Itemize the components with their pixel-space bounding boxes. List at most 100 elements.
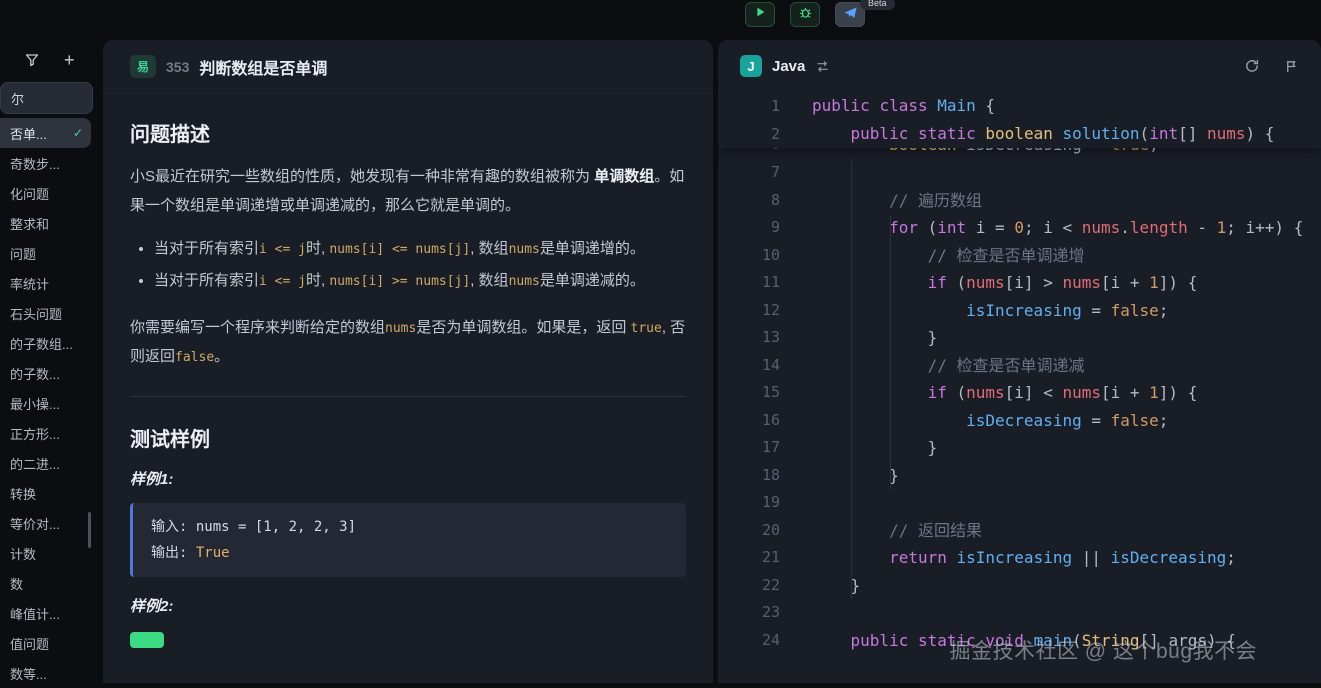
flag-icon[interactable] (1284, 59, 1299, 74)
editor-header: J Java (718, 40, 1321, 92)
line-number: 16 (718, 407, 780, 435)
line-number: 19 (718, 489, 780, 517)
language-label: Java (772, 58, 805, 75)
code-line[interactable]: 15 if (nums[i] < nums[i + 1]) { (718, 379, 1321, 407)
code-line[interactable]: 20 // 返回结果 (718, 517, 1321, 545)
sample1-label: 样例1: (130, 468, 686, 489)
play-icon (753, 5, 767, 24)
java-icon[interactable]: J (740, 55, 762, 77)
line-number: 2 (718, 120, 780, 148)
sidebar-scrollbar[interactable] (88, 512, 91, 548)
debug-button[interactable] (790, 2, 820, 27)
line-number: 20 (718, 517, 780, 545)
partial-green-chip (130, 632, 164, 648)
line-number: 8 (718, 187, 780, 215)
line-number: 1 (718, 92, 780, 120)
line-number: 21 (718, 544, 780, 572)
code-line[interactable]: 23 (718, 599, 1321, 627)
sidebar-item[interactable]: 问题 (0, 238, 100, 268)
plus-icon[interactable]: + (64, 53, 75, 67)
swap-icon[interactable] (815, 59, 830, 74)
code-line[interactable]: 7 (718, 159, 1321, 187)
problem-header: 易 353 判断数组是否单调 (103, 40, 713, 94)
line-number: 18 (718, 462, 780, 490)
sidebar-item[interactable]: 峰值计... (0, 598, 100, 628)
code-line[interactable]: 9 for (int i = 0; i < nums.length - 1; i… (718, 214, 1321, 242)
problem-panel: 易 353 判断数组是否单调 问题描述 小S最近在研究一些数组的性质，她发现有一… (103, 40, 713, 683)
sidebar-item[interactable]: 等价对... (0, 508, 100, 538)
code-line[interactable]: 8 // 遍历数组 (718, 187, 1321, 215)
run-button[interactable] (745, 2, 775, 27)
code-line[interactable]: 1public class Main { (718, 92, 1321, 120)
difficulty-badge: 易 (130, 55, 156, 78)
line-number: 17 (718, 434, 780, 462)
bug-icon (798, 5, 813, 25)
code-lines[interactable]: 78 // 遍历数组9 for (int i = 0; i < nums.len… (718, 159, 1321, 654)
check-icon: ✓ (73, 126, 83, 140)
watermark: 掘金技术社区 @ 这个bug我不会 (949, 635, 1257, 665)
sidebar-item[interactable]: 尔 (0, 82, 93, 114)
problem-id: 353 (166, 59, 189, 75)
sidebar-list: 尔否单...✓奇数步...化问题整求和问题率统计石头问题的子数组...的子数..… (0, 82, 100, 688)
beta-badge: Beta (860, 0, 895, 10)
sidebar-item[interactable]: 否单...✓ (0, 118, 91, 148)
line-number: 23 (718, 599, 780, 627)
line-number: 12 (718, 297, 780, 325)
code-line[interactable]: 17 } (718, 434, 1321, 462)
sliver-line: 6 boolean isDecreasing = true; (718, 148, 1321, 159)
code-line[interactable]: 13 } (718, 324, 1321, 352)
bullet-item: 当对于所有索引i <= j时, nums[i] <= nums[j], 数组nu… (154, 235, 686, 264)
sidebar-item[interactable]: 的二进... (0, 448, 100, 478)
problem-content: 问题描述 小S最近在研究一些数组的性质，她发现有一种非常有趣的数组被称为 单调数… (103, 94, 713, 683)
code-line[interactable]: 18 } (718, 462, 1321, 490)
code-line[interactable]: 11 if (nums[i] > nums[i + 1]) { (718, 269, 1321, 297)
desc-paragraph-1: 小S最近在研究一些数组的性质，她发现有一种非常有趣的数组被称为 单调数组。如果一… (130, 163, 686, 221)
paper-plane-icon (843, 5, 858, 25)
code-line[interactable]: 22 } (718, 572, 1321, 600)
line-number: 13 (718, 324, 780, 352)
section-divider (130, 396, 686, 397)
sidebar-item[interactable]: 的子数... (0, 358, 100, 388)
code-line[interactable]: 10 // 检查是否单调递增 (718, 242, 1321, 270)
line-number: 15 (718, 379, 780, 407)
filter-icon[interactable] (24, 52, 40, 68)
refresh-icon[interactable] (1244, 58, 1260, 74)
sidebar-item[interactable]: 的子数组... (0, 328, 100, 358)
sidebar-item[interactable]: 数 (0, 568, 100, 598)
code-line[interactable]: 14 // 检查是否单调递减 (718, 352, 1321, 380)
problem-title: 判断数组是否单调 (199, 55, 327, 79)
line-number: 7 (718, 159, 780, 187)
sidebar-item[interactable]: 整求和 (0, 208, 100, 238)
sample2-label: 样例2: (130, 595, 686, 616)
code-line[interactable]: 16 isDecreasing = false; (718, 407, 1321, 435)
desc-paragraph-2: 你需要编写一个程序来判断给定的数组nums是否为单调数组。如果是，返回 true… (130, 314, 686, 372)
sidebar-item[interactable]: 正方形... (0, 418, 100, 448)
sidebar-item[interactable]: 化问题 (0, 178, 100, 208)
sidebar-item[interactable]: 石头问题 (0, 298, 100, 328)
line-number: 14 (718, 352, 780, 380)
sidebar-item[interactable]: 数等... (0, 658, 100, 688)
code-line[interactable]: 6 boolean isDecreasing = true; (718, 148, 1321, 159)
editor-body[interactable]: 1public class Main {2 public static bool… (718, 92, 1321, 683)
sidebar-item[interactable]: 值问题 (0, 628, 100, 658)
sticky-lines: 1public class Main {2 public static bool… (718, 92, 1321, 148)
sidebar-item[interactable]: 计数 (0, 538, 100, 568)
sidebar-item[interactable]: 奇数步... (0, 148, 100, 178)
line-number: 6 (718, 148, 780, 159)
code-line[interactable]: 21 return isIncreasing || isDecreasing; (718, 544, 1321, 572)
bullet-item: 当对于所有索引i <= j时, nums[i] >= nums[j], 数组nu… (154, 267, 686, 296)
sidebar-item[interactable]: 最小操... (0, 388, 100, 418)
desc-bullets: 当对于所有索引i <= j时, nums[i] <= nums[j], 数组nu… (130, 235, 686, 297)
code-line[interactable]: 12 isIncreasing = false; (718, 297, 1321, 325)
code-line[interactable]: 2 public static boolean solution(int[] n… (718, 120, 1321, 148)
sidebar-item[interactable]: 率统计 (0, 268, 100, 298)
sidebar-item[interactable]: 转换 (0, 478, 100, 508)
code-line[interactable]: 19 (718, 489, 1321, 517)
line-number: 24 (718, 627, 780, 655)
tests-heading: 测试样例 (130, 423, 686, 452)
example-block: 输入: nums = [1, 2, 2, 3]输出: True (130, 503, 686, 577)
line-number: 11 (718, 269, 780, 297)
line-number: 10 (718, 242, 780, 270)
desc-heading: 问题描述 (130, 118, 686, 147)
editor-panel: J Java 1public class Main {2 public stat… (718, 40, 1321, 683)
